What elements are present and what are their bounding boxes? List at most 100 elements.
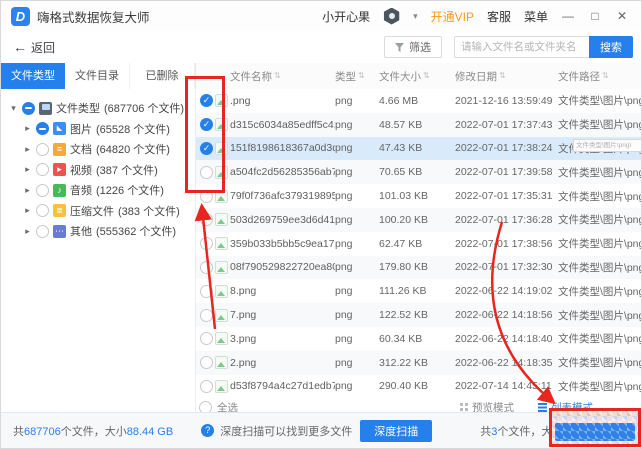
minimize-button[interactable]: — <box>561 9 575 23</box>
support-button[interactable]: 客服 <box>487 8 511 25</box>
cell-file-size: 312.22 KB <box>379 356 429 369</box>
cell-modified-date: 2022-06-22 14:19:02 <box>455 285 553 298</box>
cell-type: png <box>335 237 353 250</box>
search-input[interactable] <box>455 38 589 56</box>
back-button[interactable]: ← 返回 <box>13 39 55 56</box>
tree-item[interactable]: ▸ 视频 (387 个文件) <box>1 160 195 181</box>
header-modified-date[interactable]: 修改日期 ⇅ <box>455 69 558 84</box>
checkbox-icon[interactable] <box>200 141 213 155</box>
tree-item[interactable]: ▸ 音频 (1226 个文件) <box>1 180 195 201</box>
table-row[interactable]: 8.png png 111.26 KB 2022-06-22 14:19:02 … <box>196 279 641 303</box>
close-button[interactable]: ✕ <box>615 9 629 23</box>
tree-item[interactable]: ▸ 压缩文件 (383 个文件) <box>1 201 195 222</box>
tree-item-count: (1226 个文件) <box>96 185 164 198</box>
checkbox-icon[interactable] <box>200 356 213 370</box>
tree-item[interactable]: ▸ 图片 (65528 个文件) <box>1 119 195 140</box>
expand-arrow-icon[interactable]: ▸ <box>23 185 32 196</box>
header-file-name[interactable]: 文件名称 ⇅ <box>230 69 335 84</box>
image-file-icon <box>215 379 228 393</box>
deep-scan-hint: 深度扫描可以找到更多文件 <box>220 425 353 438</box>
table-row[interactable]: .png png 4.66 MB 2021-12-16 13:59:49 文件类… <box>196 89 641 113</box>
sort-icon: ⇅ <box>423 71 430 80</box>
tree-item[interactable]: ▸ 其他 (555362 个文件) <box>1 221 195 242</box>
checkbox-icon[interactable] <box>200 260 213 274</box>
checkbox-icon[interactable] <box>36 204 49 218</box>
tab-file-type[interactable]: 文件类型 <box>1 63 65 89</box>
cell-file-name: a504fc2d56285356ab7... <box>230 166 335 179</box>
cell-file-size: 4.66 MB <box>379 94 419 107</box>
category-icon <box>39 101 52 115</box>
checkbox-icon[interactable] <box>200 189 213 203</box>
titlebar: D 嗨格式数据恢复大师 小开心果 ▾ 开通VIP 客服 菜单 — □ ✕ <box>1 1 641 31</box>
expand-arrow-icon[interactable]: ▸ <box>23 144 32 155</box>
cell-type: png <box>335 94 353 107</box>
table-row[interactable]: 503d269759ee3d6d4185... png 100.20 KB 20… <box>196 207 641 232</box>
checkbox-icon[interactable] <box>200 284 213 298</box>
checkbox-icon[interactable] <box>200 165 213 179</box>
checkbox-icon[interactable] <box>200 213 213 227</box>
checkbox-icon[interactable] <box>36 224 49 238</box>
account-dropdown-icon[interactable]: ▾ <box>413 11 418 22</box>
cell-file-name: 8.png <box>230 285 257 298</box>
cell-modified-date: 2022-07-01 17:39:58 <box>455 166 553 179</box>
filter-button[interactable]: 筛选 <box>384 36 442 58</box>
tree-item-label: 文件类型 <box>56 103 100 116</box>
tab-file-directory[interactable]: 文件目录 <box>65 63 130 89</box>
checkbox-icon[interactable] <box>200 94 213 108</box>
table-row[interactable]: 79f0f736afc3793198959... png 101.03 KB 2… <box>196 184 641 208</box>
checkbox-icon[interactable] <box>36 122 49 136</box>
tree-item-label: 压缩文件 <box>70 205 114 218</box>
expand-arrow-icon[interactable]: ▸ <box>23 226 32 237</box>
expand-arrow-icon[interactable]: ▸ <box>23 123 32 134</box>
category-icon <box>53 163 66 177</box>
image-file-icon <box>215 165 228 179</box>
checkbox-icon[interactable] <box>200 332 213 346</box>
table-row[interactable]: 2.png png 312.22 KB 2022-06-22 14:18:35 … <box>196 350 641 375</box>
checkbox-icon[interactable] <box>200 118 213 132</box>
checkbox-icon[interactable] <box>200 237 213 251</box>
tab-deleted[interactable]: 已删除 <box>130 63 195 89</box>
cell-type: png <box>335 166 353 179</box>
checkbox-icon[interactable] <box>200 308 213 322</box>
maximize-button[interactable]: □ <box>588 9 602 23</box>
cell-file-name: 151f8198618367a0d3d... <box>230 142 335 155</box>
table-row[interactable]: 08f790529822720ea809... png 179.80 KB 20… <box>196 255 641 280</box>
table-row[interactable]: a504fc2d56285356ab7... png 70.65 KB 2022… <box>196 160 641 185</box>
image-file-icon <box>215 332 228 346</box>
table-row[interactable]: d53f8794a4c27d1edb76... png 290.40 KB 20… <box>196 375 641 399</box>
header-type[interactable]: 类型 ⇅ <box>335 69 379 84</box>
search-button[interactable]: 搜索 <box>589 36 633 58</box>
checkbox-icon[interactable] <box>36 163 49 177</box>
table-row[interactable]: d315c6034a85edff5c41... png 48.57 KB 202… <box>196 112 641 137</box>
toolbar: ← 返回 筛选 搜索 <box>1 31 641 63</box>
checkbox-icon[interactable] <box>22 101 35 115</box>
cell-modified-date: 2022-06-22 14:18:40 <box>455 332 553 345</box>
table-row[interactable]: 359b033b5bb5c9ea1756... png 62.47 KB 202… <box>196 232 641 256</box>
checkbox-icon[interactable] <box>36 142 49 156</box>
checkbox-icon[interactable] <box>200 379 213 393</box>
tree-item[interactable]: ▾ 文件类型 (687706 个文件) <box>1 98 195 119</box>
tree-item-label: 图片 <box>70 123 92 136</box>
open-vip-button[interactable]: 开通VIP <box>431 8 474 25</box>
cell-file-size: 62.47 KB <box>379 237 423 250</box>
expand-arrow-icon[interactable]: ▸ <box>23 205 32 216</box>
cell-file-name: d53f8794a4c27d1edb76... <box>230 380 335 393</box>
expand-arrow-icon[interactable]: ▾ <box>9 103 18 114</box>
expand-arrow-icon[interactable]: ▸ <box>23 164 32 175</box>
cell-file-path: 文件类型\图片\png\ <box>558 95 641 108</box>
cell-file-path: 文件类型\图片\png\ <box>558 380 641 393</box>
checkbox-icon[interactable] <box>36 183 49 197</box>
table-row[interactable]: 3.png png 60.34 KB 2022-06-22 14:18:40 文… <box>196 327 641 351</box>
cell-file-path: 文件类型\图片\png\ <box>558 285 641 298</box>
search-box: 搜索 <box>454 36 633 58</box>
menu-button[interactable]: 菜单 <box>524 8 548 25</box>
tree-item[interactable]: ▸ 文档 (64820 个文件) <box>1 139 195 160</box>
header-file-size[interactable]: 文件大小 ⇅ <box>379 69 455 84</box>
deep-scan-button[interactable]: 深度扫描 <box>360 419 433 442</box>
table-row[interactable]: 7.png png 122.52 KB 2022-06-22 14:18:56 … <box>196 303 641 327</box>
avatar[interactable] <box>383 7 400 25</box>
header-file-path[interactable]: 文件路径 ⇅ <box>558 69 641 84</box>
filter-label: 筛选 <box>409 42 431 54</box>
help-icon[interactable]: ? <box>201 424 215 437</box>
cell-modified-date: 2022-07-01 17:36:28 <box>455 213 553 226</box>
